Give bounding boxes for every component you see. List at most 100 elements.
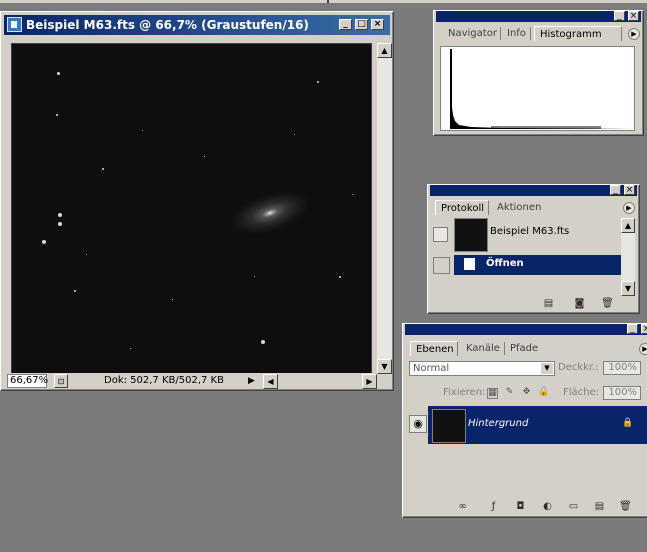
scroll-down-arrow-icon[interactable]: ▼	[377, 359, 392, 374]
star	[204, 156, 205, 157]
minimize-button[interactable]: _	[339, 19, 352, 30]
tab-ebenen[interactable]: Ebenen	[410, 341, 458, 356]
minimize-button[interactable]: _	[627, 324, 638, 334]
star	[86, 254, 87, 255]
star	[58, 222, 62, 226]
document-titlebar[interactable]: Beispiel M63.fts @ 66,7% (Graustufen/16)…	[4, 15, 390, 35]
tab-aktionen[interactable]: Aktionen	[492, 200, 546, 215]
opacity-label: Deckkr.:	[558, 362, 599, 373]
chevron-down-icon[interactable]: ▼	[541, 363, 553, 374]
tab-separator	[530, 27, 531, 40]
status-menu-icon[interactable]: ⊡	[54, 374, 68, 388]
palette-menu-icon[interactable]: ▶	[628, 28, 640, 40]
eye-icon[interactable]: ◉	[409, 415, 427, 433]
layer-thumbnail[interactable]	[432, 409, 466, 443]
lock-transparency-icon[interactable]: ▦	[487, 388, 498, 399]
fill-field[interactable]: 100%	[603, 386, 641, 400]
lock-position-icon[interactable]: ✥	[521, 388, 532, 399]
palette-titlebar[interactable]: _ ×	[405, 324, 647, 335]
star	[74, 290, 76, 292]
document-title: Beispiel M63.fts @ 66,7% (Graustufen/16)	[26, 18, 309, 32]
close-button[interactable]: ×	[628, 11, 639, 21]
layer-row[interactable]: Hintergrund 🔒	[428, 406, 647, 444]
palette-titlebar[interactable]: _ ×	[430, 185, 637, 196]
document-window[interactable]: Beispiel M63.fts @ 66,7% (Graustufen/16)…	[0, 11, 394, 391]
star	[172, 299, 173, 300]
vertical-scrollbar[interactable]: ▲ ▼	[377, 43, 392, 374]
close-button[interactable]: ×	[371, 19, 384, 30]
trash-icon[interactable]: 🗑	[601, 298, 614, 309]
star	[130, 348, 131, 349]
minimize-button[interactable]: _	[614, 11, 625, 21]
snapshot-source-icon[interactable]	[433, 227, 448, 242]
star	[294, 134, 295, 135]
scroll-left-arrow-icon[interactable]: ◀	[263, 374, 278, 389]
palette-titlebar[interactable]: _ ×	[436, 11, 641, 22]
link-layers-icon[interactable]: ∞	[456, 501, 469, 512]
histogram-display	[440, 46, 635, 131]
palette-menu-icon[interactable]: ▶	[639, 343, 647, 355]
star	[254, 276, 255, 277]
snapshot-label[interactable]: Beispiel M63.fts	[490, 226, 569, 237]
close-button[interactable]: ×	[624, 185, 635, 195]
lock-paint-icon[interactable]: ✎	[504, 388, 515, 399]
tab-separator	[500, 27, 501, 40]
minimize-button[interactable]: _	[610, 185, 621, 195]
star	[317, 81, 319, 83]
histogram-palette[interactable]: _ × Navigator Info Histogramm ▶	[433, 10, 644, 136]
document-size-info: Dok: 502,7 KB/502,7 KB	[104, 375, 224, 386]
trash-icon[interactable]: 🗑	[619, 501, 632, 512]
layer-mask-icon[interactable]: ◘	[514, 501, 527, 512]
document-statusbar: 66,67% ⊡ Dok: 502,7 KB/502,7 KB ▶ ◀ ▶	[4, 373, 377, 389]
scroll-right-arrow-icon[interactable]: ▶	[362, 374, 377, 389]
blend-mode-select[interactable]: Normal ▼	[409, 361, 555, 376]
tab-histogramm[interactable]: Histogramm	[534, 26, 622, 41]
status-arrow-icon[interactable]: ▶	[248, 374, 260, 388]
star	[102, 168, 104, 170]
tab-protokoll[interactable]: Protokoll	[435, 200, 489, 215]
image-canvas[interactable]	[11, 43, 372, 378]
new-document-from-state-icon[interactable]: ▤	[542, 298, 555, 309]
histogram-graph	[450, 49, 634, 129]
opacity-field[interactable]: 100%	[603, 361, 641, 375]
maximize-button[interactable]: □	[355, 19, 368, 30]
new-snapshot-icon[interactable]: ◙	[573, 298, 586, 309]
tab-info[interactable]: Info	[502, 26, 531, 41]
history-palette[interactable]: _ × Protokoll Aktionen ▶ Beispiel M63.ft…	[427, 184, 640, 314]
palette-menu-icon[interactable]: ▶	[623, 202, 635, 214]
photoshop-document-icon	[7, 17, 22, 32]
tab-navigator[interactable]: Navigator	[443, 26, 502, 41]
star	[56, 114, 58, 116]
new-layer-icon[interactable]: ▤	[593, 501, 606, 512]
star	[339, 276, 341, 278]
scroll-down-arrow-icon[interactable]: ▼	[621, 281, 635, 296]
lock-icon: 🔒	[622, 418, 634, 428]
scroll-up-arrow-icon[interactable]: ▲	[621, 218, 635, 233]
new-group-icon[interactable]: ▭	[567, 501, 580, 512]
star	[352, 194, 353, 195]
layers-palette[interactable]: _ × Ebenen Kanäle Pfade ▶ Normal ▼ Deckk…	[402, 323, 647, 518]
history-state-icon	[464, 258, 475, 270]
zoom-level-field[interactable]: 66,67%	[7, 374, 48, 388]
adjustment-layer-icon[interactable]: ◐	[541, 501, 554, 512]
history-brush-source-checkbox[interactable]	[433, 257, 450, 274]
history-scrollbar[interactable]: ▲ ▼	[621, 218, 635, 296]
resize-grip-icon[interactable]	[378, 375, 392, 389]
tab-pfade[interactable]: Pfade	[505, 341, 543, 356]
blend-mode-value: Normal	[413, 363, 450, 374]
layer-style-icon[interactable]: ƒ	[487, 501, 500, 512]
star	[261, 340, 265, 344]
galaxy-m63	[226, 183, 314, 243]
snapshot-thumbnail[interactable]	[454, 218, 488, 252]
lock-all-icon[interactable]: 🔒	[538, 388, 549, 399]
close-button[interactable]: ×	[641, 324, 647, 334]
layer-list-empty-area[interactable]	[428, 444, 647, 496]
star	[57, 72, 60, 75]
history-step-label: Öffnen	[486, 258, 524, 269]
scroll-up-arrow-icon[interactable]: ▲	[377, 43, 392, 58]
tab-kanaele[interactable]: Kanäle	[461, 341, 505, 356]
star	[42, 240, 46, 244]
history-step-row[interactable]: Öffnen	[454, 255, 621, 275]
star	[58, 213, 62, 217]
layer-name[interactable]: Hintergrund	[468, 418, 528, 429]
